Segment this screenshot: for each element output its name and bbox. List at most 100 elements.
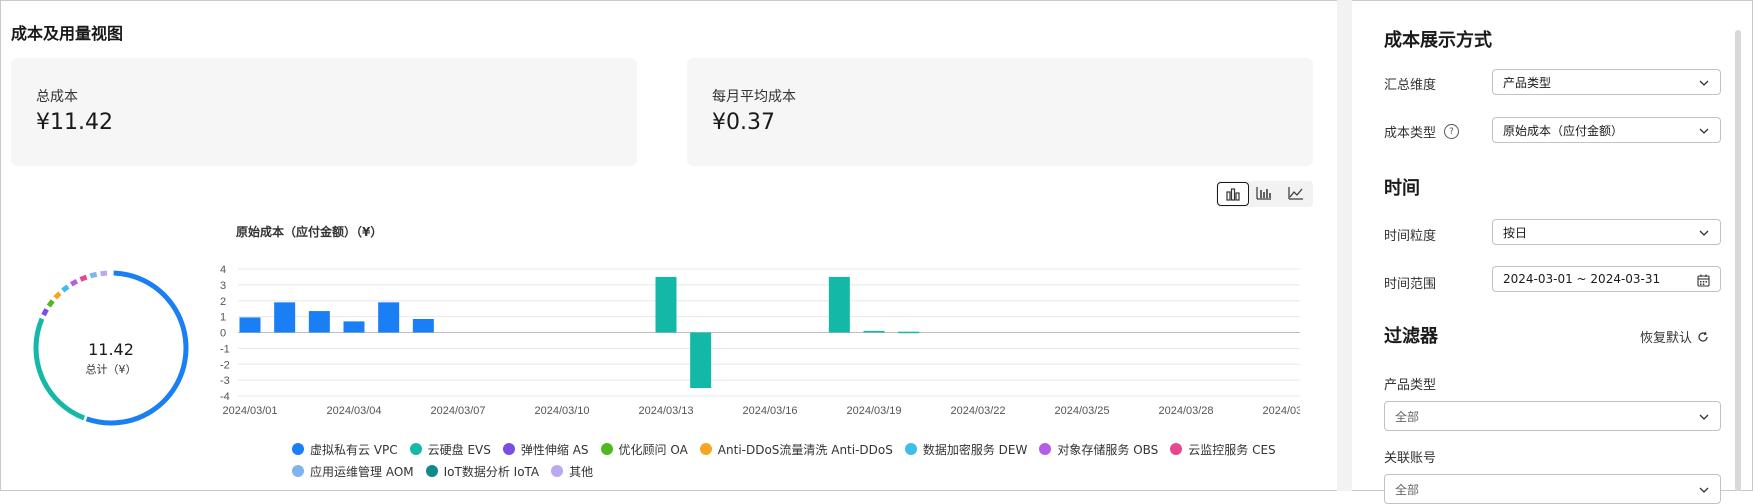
bar[interactable] (863, 330, 885, 333)
total-cost-value: ¥11.42 (36, 110, 113, 135)
donut-center: 11.42 总计（¥） (60, 340, 162, 377)
bar[interactable] (274, 302, 296, 333)
help-icon[interactable]: ? (1444, 124, 1460, 139)
product-type-label: 产品类型 (1384, 378, 1437, 393)
x-tick-label: 2024/03/19 (846, 405, 901, 417)
reset-default-link[interactable]: 恢复默认 (1640, 327, 1709, 346)
legend-label: 对象存储服务 OBS (1057, 442, 1159, 457)
legend-swatch (292, 443, 304, 455)
donut-segment[interactable] (46, 299, 55, 308)
grouped-bar-button[interactable] (1217, 182, 1249, 206)
product-type-select[interactable]: 全部 (1384, 401, 1721, 431)
legend-item[interactable]: IoT数据分析 IoTA (425, 463, 540, 480)
bar[interactable] (239, 317, 261, 333)
legend-item[interactable]: 其他 (551, 463, 593, 480)
calendar-icon (1697, 274, 1710, 287)
chevron-down-icon (1699, 414, 1709, 420)
y-tick-label: 4 (220, 264, 226, 276)
chevron-down-icon (1699, 230, 1709, 236)
legend-item[interactable]: 优化顾问 OA (600, 441, 688, 458)
legend-item[interactable]: 云监控服务 CES (1170, 441, 1276, 458)
stacked-bar-button[interactable] (1249, 182, 1279, 204)
chevron-down-icon (1699, 128, 1709, 134)
legend-item[interactable]: 云硬盘 EVS (409, 441, 491, 458)
aggregate-select[interactable]: 产品类型 (1492, 69, 1721, 95)
page-title: 成本及用量视图 (11, 24, 124, 43)
bar[interactable] (828, 276, 850, 333)
legend-label: 弹性伸缩 AS (520, 442, 589, 457)
donut-segment[interactable] (61, 284, 70, 293)
chart-type-switcher (1216, 181, 1313, 207)
main-panel: 成本及用量视图 总成本 ¥11.42 每月平均成本 ¥0.37 原始成本（应付金… (0, 0, 1337, 491)
y-tick-label: -4 (220, 391, 230, 403)
date-range-value: 2024-03-01 ~ 2024-03-31 (1503, 272, 1661, 286)
legend-swatch (292, 465, 304, 477)
filter-section-title: 过滤器 (1384, 326, 1438, 347)
bar[interactable] (378, 302, 400, 333)
reset-label: 恢复默认 (1640, 331, 1693, 346)
granularity-select[interactable]: 按日 (1492, 219, 1721, 245)
legend-item[interactable]: 虚拟私有云 VPC (292, 441, 398, 458)
panel-divider (1337, 0, 1352, 491)
chart-legend: 虚拟私有云 VPC 云硬盘 EVS 弹性伸缩 AS 优化顾问 OA Anti-DDoS流… (292, 438, 1292, 482)
legend-row: 应用运维管理 AOM IoT数据分析 IoTA 其他 (292, 460, 1292, 482)
donut-total-label: 总计（¥） (85, 363, 137, 376)
legend-item[interactable]: Anti-DDoS流量清洗 Anti-DDoS (699, 441, 893, 458)
legend-swatch (1170, 443, 1183, 455)
x-tick-label: 2024/03/16 (742, 405, 797, 417)
legend-item[interactable]: 弹性伸缩 AS (502, 441, 589, 458)
line-chart-button[interactable] (1281, 182, 1311, 204)
cost-type-value: 原始成本（应付金额） (1503, 123, 1624, 138)
granularity-label: 时间粒度 (1384, 229, 1437, 244)
x-tick-label: 2024/03/25 (1054, 405, 1109, 417)
total-cost-label: 总成本 (36, 89, 78, 105)
time-section-title: 时间 (1384, 178, 1420, 199)
line-chart-icon (1288, 187, 1303, 200)
bar[interactable] (412, 319, 434, 333)
donut-segment[interactable] (69, 278, 79, 287)
donut-segment[interactable] (53, 291, 62, 300)
bar[interactable] (690, 332, 712, 389)
x-tick-label: 2024/03/10 (534, 405, 589, 417)
legend-swatch (551, 465, 564, 477)
legend-item[interactable]: 数据加密服务 DEW (904, 441, 1027, 458)
bar[interactable] (308, 311, 330, 333)
legend-label: IoT数据分析 IoTA (443, 464, 540, 479)
donut-segment[interactable] (41, 308, 49, 317)
grouped-bar-icon (1226, 188, 1240, 201)
legend-swatch (1039, 443, 1052, 455)
display-section-title: 成本展示方式 (1384, 30, 1492, 51)
x-tick-label: 2024/03/13 (638, 405, 693, 417)
donut-segment[interactable] (89, 271, 98, 279)
chart-title: 原始成本（应付金额）（¥） (236, 225, 383, 239)
legend-swatch (904, 443, 917, 455)
monthly-avg-card: 每月平均成本 ¥0.37 (687, 58, 1313, 166)
legend-item[interactable]: 对象存储服务 OBS (1039, 441, 1158, 458)
settings-sidebar: 成本展示方式 汇总维度 产品类型 成本类型 ? 原始成本（应付金额） 时间 时间… (1352, 0, 1732, 504)
y-tick-label: 1 (220, 312, 226, 324)
range-label: 时间范围 (1384, 277, 1437, 292)
x-tick-label: 2024/03/04 (326, 405, 381, 417)
chevron-down-icon (1699, 80, 1709, 86)
bar[interactable] (655, 276, 677, 333)
legend-label: 云硬盘 EVS (427, 442, 491, 457)
donut-segment[interactable] (100, 270, 108, 277)
account-select[interactable]: 全部 (1384, 474, 1721, 504)
sidebar-scrollbar[interactable] (1735, 30, 1741, 491)
account-value: 全部 (1395, 482, 1420, 497)
aggregate-value: 产品类型 (1503, 75, 1552, 90)
y-tick-label: 2 (220, 296, 226, 308)
donut-segment[interactable] (79, 274, 88, 282)
legend-swatch (699, 443, 712, 455)
date-range-picker[interactable]: 2024-03-01 ~ 2024-03-31 (1492, 266, 1721, 292)
cost-type-select[interactable]: 原始成本（应付金额） (1492, 117, 1721, 143)
bar[interactable] (343, 321, 365, 333)
monthly-avg-label: 每月平均成本 (712, 89, 796, 105)
y-tick-label: 3 (220, 280, 226, 292)
bar[interactable] (898, 331, 920, 334)
legend-swatch (425, 465, 438, 477)
x-tick-label: 2024/03/31 (1262, 405, 1300, 417)
legend-item[interactable]: 应用运维管理 AOM (292, 463, 414, 480)
legend-swatch (409, 443, 422, 455)
stacked-bar-icon (1256, 187, 1271, 200)
